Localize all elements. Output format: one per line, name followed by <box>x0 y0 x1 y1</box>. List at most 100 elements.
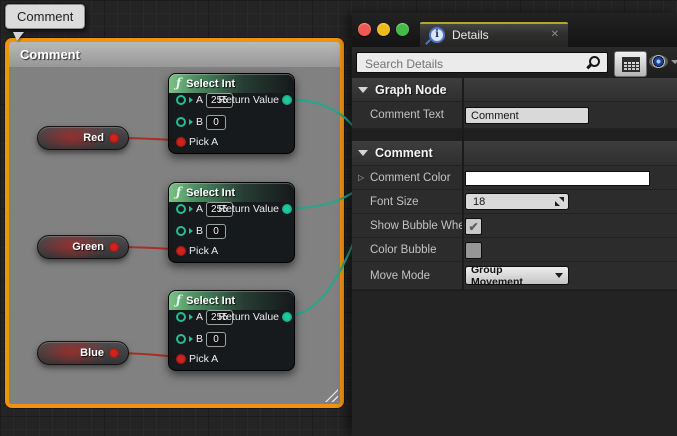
section-title: Graph Node <box>375 83 447 97</box>
pin-b-label: B <box>196 225 203 237</box>
variable-output-pin-icon[interactable] <box>109 242 119 252</box>
pin-b-label: B <box>196 333 203 345</box>
variable-node-green[interactable]: Green <box>37 235 129 259</box>
node-title: Select Int <box>186 78 235 90</box>
pin-b-label: B <box>196 116 203 128</box>
pick-a-pin-icon[interactable] <box>176 354 186 364</box>
pin-a-icon[interactable] <box>176 312 186 322</box>
variable-label: Red <box>83 132 104 144</box>
chevron-down-icon <box>555 273 563 278</box>
view-options-button[interactable] <box>649 55 677 68</box>
color-bubble-checkbox[interactable] <box>465 242 482 259</box>
tab-details[interactable]: i Details ✕ <box>420 22 568 47</box>
chevron-down-icon <box>671 60 677 64</box>
window-minimize-button[interactable] <box>377 23 390 36</box>
comment-resize-handle[interactable] <box>325 389 338 402</box>
move-mode-value: Group Movement <box>471 264 555 288</box>
window-zoom-button[interactable] <box>396 23 409 36</box>
section-header-comment[interactable]: Comment <box>352 141 677 166</box>
select-int-node-2-header[interactable]: ƒ Select Int <box>169 183 294 202</box>
pin-a-arrow-icon <box>189 314 193 320</box>
variable-node-red[interactable]: Red <box>37 126 129 150</box>
search-icon <box>587 56 600 69</box>
row-comment-text: Comment Text <box>352 102 677 129</box>
comment-tooltip-tail <box>13 32 24 41</box>
show-bubble-when-checkbox[interactable]: ✔ <box>465 218 482 235</box>
variable-output-pin-icon[interactable] <box>109 133 119 143</box>
expand-arrow-icon[interactable] <box>358 87 368 93</box>
select-int-node-2[interactable]: ƒ Select Int A 255 B 0 Pick A Return Val… <box>168 182 295 263</box>
expand-arrow-icon[interactable] <box>358 150 368 156</box>
property-list: Graph Node Comment Text Comment ▷ Commen… <box>352 78 677 290</box>
pin-b-value-field[interactable]: 0 <box>206 115 226 130</box>
comment-text-label: Comment Text <box>370 109 444 121</box>
function-icon: ƒ <box>176 183 181 202</box>
pick-a-label: Pick A <box>189 245 218 257</box>
section-header-graph-node[interactable]: Graph Node <box>352 78 677 102</box>
spinner-drag-icon[interactable] <box>555 197 564 206</box>
pin-b-icon[interactable] <box>176 117 186 127</box>
font-size-label: Font Size <box>370 196 419 208</box>
blueprint-editor: Comment Comment ƒ Select Int A 255 B 0 <box>0 0 677 436</box>
move-mode-dropdown[interactable]: Group Movement <box>465 266 569 285</box>
comment-node-title[interactable]: Comment <box>9 42 340 67</box>
pick-a-pin-icon[interactable] <box>176 137 186 147</box>
select-int-node-1-header[interactable]: ƒ Select Int <box>169 74 294 93</box>
function-icon: ƒ <box>176 291 181 310</box>
tab-details-label: Details <box>452 28 544 42</box>
comment-color-expander-icon[interactable]: ▷ <box>358 173 364 182</box>
pin-a-label: A <box>196 311 203 323</box>
node-title: Select Int <box>186 295 235 307</box>
select-int-node-3-header[interactable]: ƒ Select Int <box>169 291 294 310</box>
pin-a-icon[interactable] <box>176 204 186 214</box>
tab-close-icon[interactable]: ✕ <box>551 29 559 40</box>
return-value-label: Return Value <box>218 203 279 215</box>
search-input[interactable] <box>363 54 582 73</box>
details-info-icon: i <box>429 27 445 43</box>
tab-strip: i Details ✕ <box>352 13 677 47</box>
color-bubble-label: Color Bubble <box>370 244 436 256</box>
pin-b-value-field[interactable]: 0 <box>206 332 226 347</box>
variable-node-blue[interactable]: Blue <box>37 341 129 365</box>
comment-text-input[interactable] <box>465 107 589 124</box>
search-box[interactable] <box>356 52 608 73</box>
comment-color-swatch[interactable] <box>465 171 650 186</box>
pin-a-arrow-icon <box>189 206 193 212</box>
return-value-pin-icon[interactable] <box>282 312 292 322</box>
window-close-button[interactable] <box>358 23 371 36</box>
return-value-pin-icon[interactable] <box>282 95 292 105</box>
column-divider[interactable] <box>462 78 464 290</box>
tab-accent-line <box>420 22 568 24</box>
show-bubble-when-label: Show Bubble When <box>370 220 471 232</box>
pin-a-icon[interactable] <box>176 95 186 105</box>
row-color-bubble: Color Bubble <box>352 238 677 262</box>
details-toolbar <box>352 47 677 78</box>
details-panel: i Details ✕ Graph Node <box>352 13 677 436</box>
property-matrix-button[interactable] <box>614 51 647 77</box>
pin-b-icon[interactable] <box>176 334 186 344</box>
details-panel-empty-area <box>352 290 677 436</box>
pick-a-label: Pick A <box>189 353 218 365</box>
return-value-pin-icon[interactable] <box>282 204 292 214</box>
function-icon: ƒ <box>176 74 181 93</box>
comment-tooltip: Comment <box>5 4 85 29</box>
pin-a-label: A <box>196 203 203 215</box>
pick-a-pin-icon[interactable] <box>176 246 186 256</box>
pin-a-label: A <box>196 94 203 106</box>
move-mode-label: Move Mode <box>370 270 430 282</box>
check-icon: ✔ <box>468 221 478 233</box>
pin-b-arrow-icon <box>189 119 193 125</box>
comment-tooltip-text: Comment <box>17 9 73 24</box>
pin-b-icon[interactable] <box>176 226 186 236</box>
row-font-size: Font Size 18 <box>352 190 677 214</box>
variable-output-pin-icon[interactable] <box>109 348 119 358</box>
eye-icon <box>649 55 668 68</box>
variable-label: Green <box>72 241 104 253</box>
row-comment-color: ▷ Comment Color <box>352 166 677 190</box>
pin-b-value-field[interactable]: 0 <box>206 224 226 239</box>
font-size-input[interactable]: 18 <box>465 193 569 210</box>
section-title: Comment <box>375 146 433 160</box>
select-int-node-1[interactable]: ƒ Select Int A 255 B 0 Pick A Return Val… <box>168 73 295 154</box>
pick-a-label: Pick A <box>189 136 218 148</box>
select-int-node-3[interactable]: ƒ Select Int A 255 B 0 Pick A Return Val… <box>168 290 295 371</box>
